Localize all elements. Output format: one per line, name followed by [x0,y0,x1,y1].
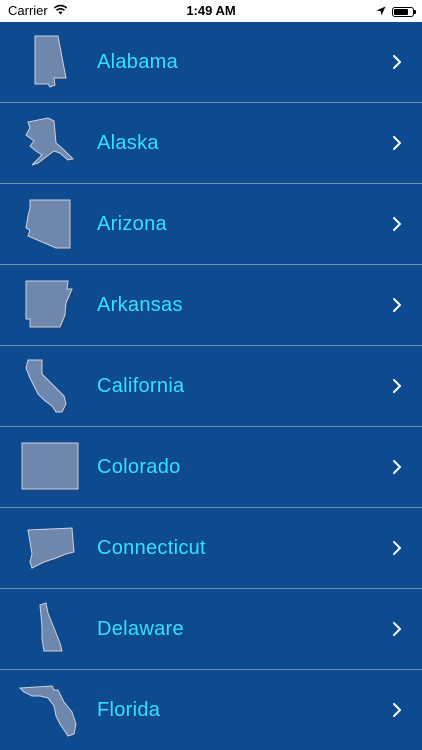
state-row[interactable]: Alaska [0,103,422,184]
state-label: Connecticut [97,537,206,559]
status-right [376,4,416,19]
florida-outline-icon [18,680,82,740]
arkansas-outline-icon [18,275,82,335]
state-list[interactable]: Alabama Alaska Arizona Arkansas California Co… [0,22,422,750]
state-label: Florida [97,699,161,721]
chevron-right-icon [392,378,402,394]
state-label: Arkansas [97,294,183,316]
state-row[interactable]: California [0,346,422,427]
chevron-right-icon [392,540,402,556]
alabama-outline-icon [18,32,82,92]
location-arrow-icon [376,4,386,19]
state-row[interactable]: Arkansas [0,265,422,346]
state-label: Arizona [97,213,167,235]
delaware-outline-icon [18,599,82,659]
chevron-right-icon [392,621,402,637]
state-row[interactable]: Colorado [0,427,422,508]
alaska-outline-icon [18,113,82,173]
chevron-right-icon [392,216,402,232]
connecticut-outline-icon [18,518,82,578]
state-row[interactable]: Alabama [0,22,422,103]
state-row[interactable]: Arizona [0,184,422,265]
chevron-right-icon [392,297,402,313]
state-row[interactable]: Connecticut [0,508,422,589]
colorado-outline-icon [18,437,82,497]
state-label: Colorado [97,456,181,478]
status-time: 1:49 AM [186,3,236,18]
state-row[interactable]: Delaware [0,589,422,670]
chevron-right-icon [392,459,402,475]
chevron-right-icon [392,54,402,70]
arizona-outline-icon [18,194,82,254]
state-label: Alaska [97,132,159,154]
state-label: California [97,375,185,397]
california-outline-icon [18,356,82,416]
chevron-right-icon [392,702,402,718]
battery-icon [392,6,416,17]
state-label: Delaware [97,618,184,640]
state-row[interactable]: Florida [0,670,422,750]
status-bar: Carrier 1:49 AM [0,0,422,22]
chevron-right-icon [392,135,402,151]
battery-fill [394,8,408,15]
state-label: Alabama [97,51,179,73]
